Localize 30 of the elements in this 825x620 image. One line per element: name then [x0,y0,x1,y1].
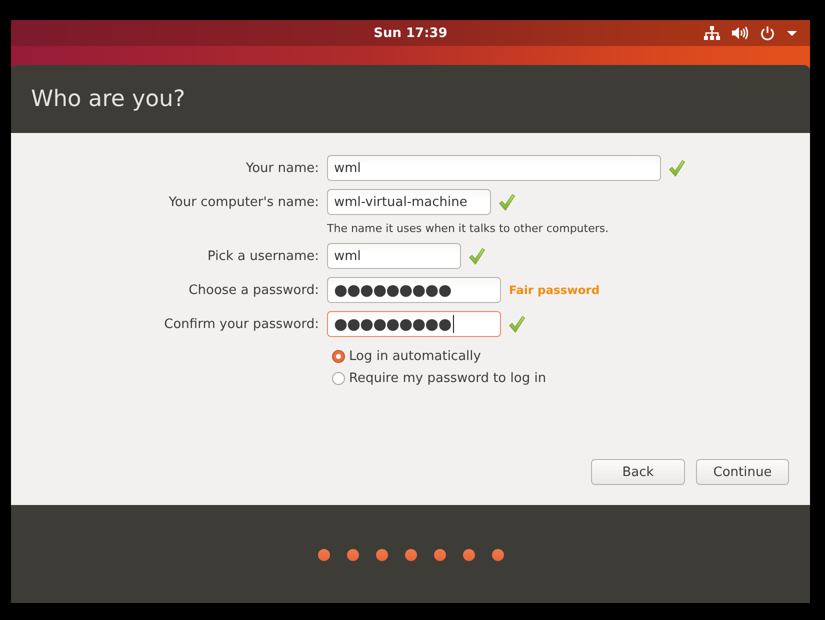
progress-dot-icon [346,549,358,561]
text-field[interactable]: wml [327,155,661,181]
password-field[interactable]: ●●●●●●●●● [327,277,501,303]
page-title: Who are you? [31,86,186,112]
progress-dot-icon [404,549,416,561]
field-label: Your computer's name: [168,194,319,210]
radio-option[interactable]: Log in automatically [332,347,481,365]
field-label: Pick a username: [208,248,319,264]
password-strength: Fair password [509,283,600,297]
progress-dot-icon [318,549,330,561]
volume-icon[interactable] [732,26,748,40]
clock[interactable]: Sun 17:39 [374,26,448,40]
progress-dot-icon [434,549,446,561]
field-label: Choose a password: [188,282,319,298]
field-hint: The name it uses when it talks to other computers. [327,223,609,235]
radio-option[interactable]: Require my password to log in [332,369,546,387]
button[interactable]: Continue [696,459,789,485]
text-field[interactable]: wml [327,243,461,269]
progress-dot-icon [492,549,504,561]
power-icon[interactable] [760,26,775,40]
progress-dot-icon [376,549,388,561]
field-label: Your name: [246,160,319,176]
dropdown-caret-icon[interactable] [787,30,797,36]
text-field[interactable]: wml-virtual-machine [327,189,491,215]
progress-dot-icon [462,549,474,561]
text-cursor-icon [453,315,454,333]
network-icon[interactable] [704,26,720,40]
field-label: Confirm your password: [164,316,319,332]
button[interactable]: Back [591,459,685,485]
password-field[interactable]: ●●●●●●●●● [327,311,501,337]
